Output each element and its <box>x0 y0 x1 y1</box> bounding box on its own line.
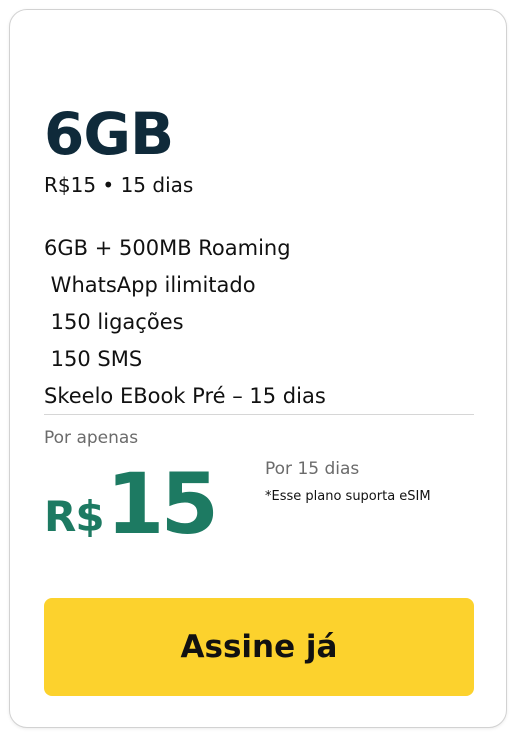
feature-item: 6GB + 500MB Roaming <box>44 236 291 260</box>
subscribe-button[interactable]: Assine já <box>44 598 474 696</box>
feature-item: WhatsApp ilimitado <box>44 273 256 297</box>
price-amount: 15 <box>106 455 219 553</box>
feature-list: 6GB + 500MB Roaming WhatsApp ilimitado 1… <box>44 230 326 415</box>
price-period: Por 15 dias <box>265 459 360 479</box>
price-prefix: Por apenas <box>44 428 139 448</box>
feature-item: 150 SMS <box>44 347 143 371</box>
esim-note: *Esse plano suporta eSIM <box>265 489 431 504</box>
plan-title: 6GB <box>44 100 174 168</box>
feature-item: Skeelo EBook Pré – 15 dias <box>44 384 326 408</box>
divider <box>44 414 474 415</box>
price-currency: R$ <box>44 492 105 541</box>
feature-item: 150 ligações <box>44 310 184 334</box>
plan-subtitle: R$15 • 15 dias <box>44 173 194 197</box>
plan-card: 6GB R$15 • 15 dias 6GB + 500MB Roaming W… <box>9 9 507 728</box>
